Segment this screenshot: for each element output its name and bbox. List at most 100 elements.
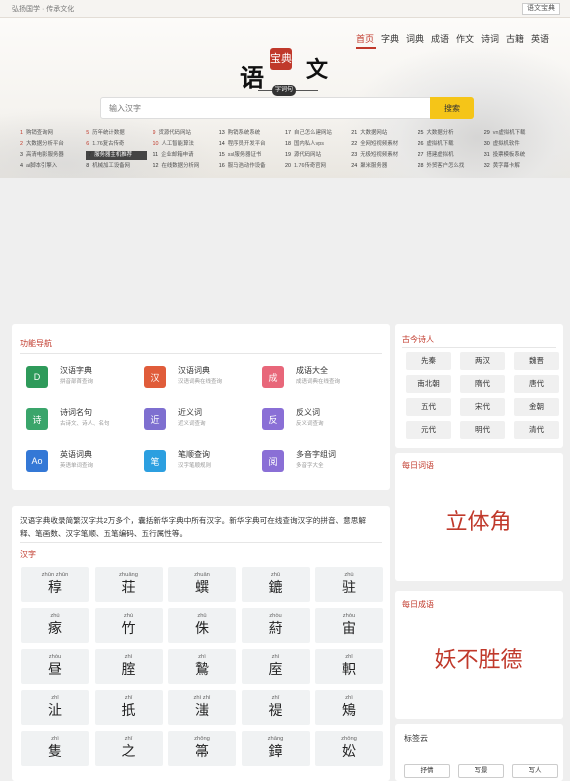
hanzi-tile[interactable]: zhòu 葤 (241, 608, 310, 643)
hot-link[interactable]: 19 源代码网站 (285, 151, 351, 160)
poet-era-button[interactable]: 魏晋 (514, 352, 559, 370)
poet-era-button[interactable]: 明代 (460, 421, 505, 439)
nav-shici[interactable]: 诗词 (481, 32, 506, 49)
nav-zidian[interactable]: 字典 (381, 32, 406, 49)
hanzi-tile[interactable]: zhì 鴙 (315, 690, 383, 725)
hanzi-tile[interactable]: zhāng 鏱 (241, 731, 310, 766)
poet-era-button[interactable]: 五代 (406, 398, 451, 416)
feature-link[interactable]: 近 近义词 近义词查询 (144, 408, 206, 430)
feature-link[interactable]: 反 反义词 反义词查询 (262, 408, 324, 430)
hot-link[interactable]: 9 货源代码网站 (153, 129, 219, 138)
hot-link[interactable]: 28 外贸客户怎么找 (418, 162, 484, 171)
hot-link[interactable]: 27 搭建虚拟机 (418, 151, 484, 160)
nav-home[interactable]: 首页 (356, 32, 376, 49)
hanzi-tile[interactable]: zhòu 宙 (315, 608, 383, 643)
feature-link[interactable]: D 汉语字典 拼音部首查询 (26, 366, 93, 388)
search-button[interactable]: 搜索 (430, 97, 474, 119)
hot-link[interactable]: 11 企业邮箱申请 (153, 151, 219, 160)
nav-chengyu[interactable]: 成语 (431, 32, 456, 49)
hanzi-tile[interactable]: zhì 鷙 (168, 649, 236, 684)
hanzi-tile[interactable]: zhì 隻 (21, 731, 89, 766)
feature-link[interactable]: Ao 英语词典 英语单词查询 (26, 450, 93, 472)
hot-link[interactable]: 7 服务器主机推荐 (86, 151, 147, 160)
daily-idiom[interactable]: 妖不胜德 (395, 642, 562, 674)
hanzi-tile[interactable]: zhù 驻 (315, 567, 383, 602)
poet-era-button[interactable]: 清代 (514, 421, 559, 439)
hot-link[interactable]: 12 在线数据分析网 (153, 162, 219, 171)
hot-link[interactable]: 8 机械加工设备网 (86, 162, 152, 171)
poet-era-button[interactable]: 先秦 (406, 352, 451, 370)
nav-cidian[interactable]: 词典 (406, 32, 431, 49)
feature-link[interactable]: 阅 多音字组词 多音字大全 (262, 450, 336, 472)
hot-link[interactable]: 25 大数据分析 (418, 129, 484, 138)
hanzi-tile[interactable]: zhì zhì 滍 (168, 690, 236, 725)
hot-link[interactable]: 10 人工智能算法 (153, 140, 219, 149)
hanzi-tile[interactable]: zhì 庢 (241, 649, 310, 684)
hot-link[interactable]: 22 全网短视频素材 (351, 140, 417, 149)
hanzi-tile[interactable]: zhú 瘃 (21, 608, 89, 643)
hot-link[interactable]: 5 历年统计数据 (86, 129, 152, 138)
poet-era-button[interactable]: 元代 (406, 421, 451, 439)
hanzi-tile[interactable]: zhì 腟 (94, 649, 163, 684)
hanzi-tile[interactable]: zhǒng 箒 (168, 731, 236, 766)
hanzi-tile[interactable]: zhī 禔 (241, 690, 310, 725)
hanzi-tile[interactable]: zhū 侏 (168, 608, 236, 643)
hot-link[interactable]: 24 聚米服务器 (351, 162, 417, 171)
hot-link[interactable]: 15 ssl服务器证书 (219, 151, 285, 160)
hanzi-tile[interactable]: zhī 之 (94, 731, 163, 766)
tag-button[interactable]: 写景 (458, 764, 504, 778)
hot-link[interactable]: 31 投票模板系统 (484, 151, 550, 160)
hot-link[interactable]: 26 虚拟机下载 (418, 140, 484, 149)
hot-link[interactable]: 17 自己怎么建网站 (285, 129, 351, 138)
hot-link[interactable]: 23 无极短视频素材 (351, 151, 417, 160)
feature-desc: 汉语词典在线查询 (178, 379, 223, 385)
hot-link[interactable]: 29 vn虚拟机下载 (484, 129, 550, 138)
poet-era-button[interactable]: 金朝 (514, 398, 559, 416)
daily-word[interactable]: 立体角 (395, 504, 562, 536)
site-logo[interactable]: 语 宝典 文 字词句 (238, 42, 338, 102)
search-input[interactable] (101, 98, 431, 118)
hot-link[interactable]: 1 购销查询网 (20, 129, 86, 138)
feature-link[interactable]: 汉 汉语词典 汉语词典在线查询 (144, 366, 222, 388)
hot-link-label: 大数据分析平台 (26, 141, 64, 147)
version-button[interactable]: 语文宝典 (522, 3, 560, 15)
feature-name: 英语词典 (60, 450, 92, 459)
hot-link[interactable]: 3 高清电影服务器 (20, 151, 86, 160)
poet-era-button[interactable]: 宋代 (460, 398, 505, 416)
hot-link[interactable]: 13 购销系统系统 (219, 129, 285, 138)
feature-link[interactable]: 成 成语大全 成语词典在线查询 (262, 366, 340, 388)
poet-era-button[interactable]: 唐代 (514, 375, 559, 393)
hot-link[interactable]: 32 黄字幕卡解 (484, 162, 550, 171)
nav-yingyu[interactable]: 英语 (531, 32, 556, 49)
hot-link[interactable]: 21 大数据网站 (351, 129, 417, 138)
nav-guji[interactable]: 古籍 (506, 32, 531, 49)
hot-link[interactable]: 18 国内私人vps (285, 140, 351, 149)
hanzi-tile[interactable]: zhǐ 沚 (21, 690, 89, 725)
feature-link[interactable]: 笔 笔顺查询 汉字笔顺规则 (144, 450, 211, 472)
hanzi-tile[interactable]: zhōng 妐 (315, 731, 383, 766)
tag-button[interactable]: 抒情 (404, 764, 450, 778)
hot-link[interactable]: 16 服马浩动作设备 (219, 162, 285, 171)
hot-link[interactable]: 6 1.76复古传奇 (86, 140, 152, 149)
hanzi-tile[interactable]: zhū 鏕 (241, 567, 310, 602)
hanzi-tile[interactable]: zhú 竹 (94, 608, 163, 643)
hot-link[interactable]: 4 ai脚本引擎入 (20, 162, 86, 171)
hanzi-tile[interactable]: zhuān 蟤 (168, 567, 236, 602)
tag-button[interactable]: 写人 (512, 764, 558, 778)
poet-era-button[interactable]: 南北朝 (406, 375, 451, 393)
hot-link[interactable]: 20 1.76传奇官网 (285, 162, 351, 171)
poet-era-button[interactable]: 隋代 (460, 375, 505, 393)
hanzi-tile[interactable]: zhòu 昼 (21, 649, 89, 684)
poet-era-button[interactable]: 两汉 (460, 352, 505, 370)
hanzi-tile[interactable]: zhūn zhūn 稕 (21, 567, 89, 602)
hanzi-tile[interactable]: zhǐ 扺 (94, 690, 163, 725)
feature-link[interactable]: 诗 诗词名句 古诗文、诗人、名句 (26, 408, 110, 430)
nav-zuowen[interactable]: 作文 (456, 32, 481, 49)
hot-link[interactable]: 30 虚拟机软件 (484, 140, 550, 149)
hanzi-tile[interactable]: zhuāng 荘 (94, 567, 163, 602)
hanzi-tile[interactable]: zhǐ 軹 (315, 649, 383, 684)
hot-link-label: ai脚本引擎入 (26, 163, 58, 169)
hot-link[interactable]: 14 程序员开发平台 (219, 140, 285, 149)
hot-link[interactable]: 2 大数据分析平台 (20, 140, 86, 149)
feature-icon: 近 (144, 408, 166, 430)
